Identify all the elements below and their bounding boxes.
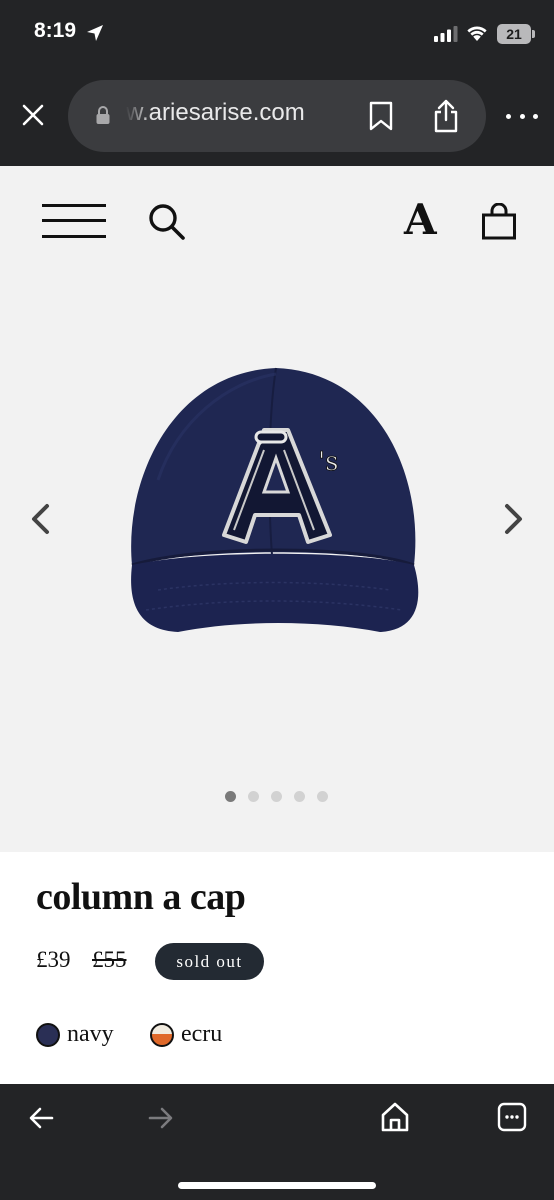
tabs-icon[interactable] bbox=[497, 1102, 527, 1132]
product-original-price: £55 bbox=[92, 947, 127, 972]
product-price: £39 bbox=[36, 947, 71, 972]
url-text[interactable]: w.ariesarise.com bbox=[126, 99, 341, 127]
forward-arrow-icon bbox=[148, 1107, 173, 1129]
gallery-dot[interactable] bbox=[248, 791, 259, 802]
cellular-signal-icon bbox=[434, 26, 458, 42]
previous-image-button[interactable] bbox=[28, 502, 54, 536]
share-icon[interactable] bbox=[431, 98, 461, 134]
next-image-button[interactable] bbox=[500, 502, 526, 536]
bookmark-icon[interactable] bbox=[366, 100, 396, 132]
gallery-dot[interactable] bbox=[271, 791, 282, 802]
shopping-bag-icon[interactable] bbox=[481, 203, 517, 241]
battery-level: 21 bbox=[506, 26, 522, 42]
close-icon bbox=[22, 104, 44, 126]
color-swatch-ecru[interactable] bbox=[150, 1023, 174, 1047]
site-logo[interactable]: A bbox=[404, 196, 437, 244]
svg-text:'s: 's bbox=[318, 447, 339, 477]
location-arrow-icon bbox=[87, 25, 103, 41]
color-swatch-navy[interactable] bbox=[36, 1023, 60, 1047]
color-label-navy[interactable]: navy bbox=[67, 1021, 114, 1048]
more-icon[interactable] bbox=[506, 104, 538, 128]
hamburger-menu-icon[interactable] bbox=[42, 204, 106, 238]
back-arrow-icon[interactable] bbox=[28, 1104, 56, 1132]
home-indicator bbox=[178, 1182, 376, 1189]
battery-indicator: 21 bbox=[497, 24, 531, 44]
wifi-icon bbox=[467, 26, 487, 41]
home-icon[interactable] bbox=[380, 1101, 410, 1133]
product-image: 's bbox=[131, 367, 419, 632]
color-label-ecru[interactable]: ecru bbox=[181, 1021, 222, 1048]
search-icon[interactable] bbox=[147, 202, 187, 242]
close-tab-button[interactable] bbox=[16, 98, 50, 132]
status-badge: sold out bbox=[155, 943, 264, 980]
gallery-dot[interactable] bbox=[294, 791, 305, 802]
battery-nub bbox=[532, 30, 535, 38]
gallery-pagination bbox=[225, 791, 328, 802]
status-time: 8:19 bbox=[34, 19, 77, 42]
gallery-dot[interactable] bbox=[225, 791, 236, 802]
lock-icon bbox=[96, 106, 110, 124]
product-title: column a cap bbox=[36, 876, 246, 918]
gallery-dot[interactable] bbox=[317, 791, 328, 802]
